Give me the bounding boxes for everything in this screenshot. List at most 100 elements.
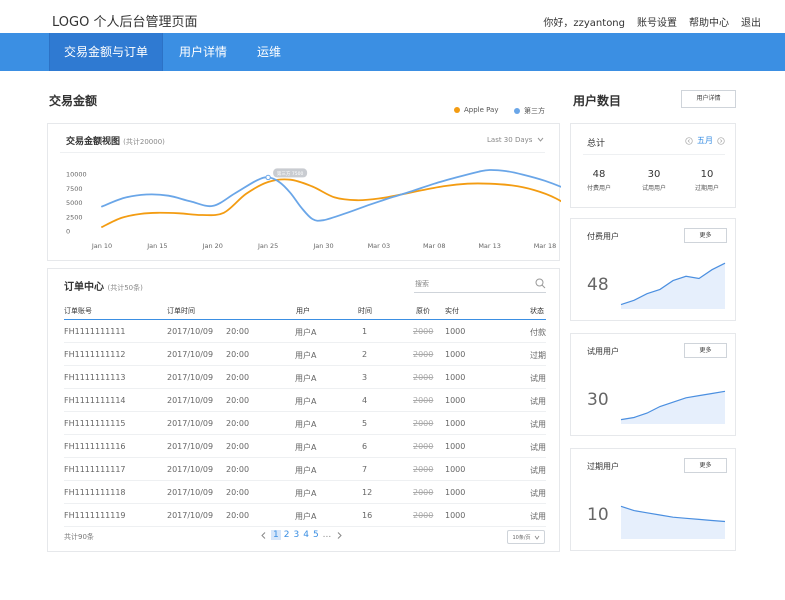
expired-users-label: 过期用户 [694,185,719,192]
account-settings-link[interactable]: 账号设置 [637,14,677,29]
original-price: 2000 [413,396,434,405]
order-user: 用户A [295,420,317,429]
page-1[interactable]: 1 [271,530,281,540]
table-row[interactable]: FH1111111114 2017/10/09 20:00 用户A 4 2000 1000 试… [64,389,546,412]
order-time: 4 [362,396,368,405]
order-status: 试用 [530,489,546,498]
x-tick-label: Mar 03 [368,242,391,250]
logout-link[interactable]: 退出 [741,14,761,29]
tab-operations[interactable]: 运维 [245,33,293,71]
order-status: 试用 [530,512,546,521]
paid-amount: 1000 [445,350,466,359]
original-price: 2000 [413,350,434,359]
original-price: 2000 [413,511,434,520]
order-account: FH1111111118 [64,488,126,497]
paid-amount: 1000 [445,373,466,382]
page-3[interactable]: 3 [292,530,300,540]
y-tick-label: 0 [66,228,70,236]
divider [583,154,725,155]
paid-amount: 1000 [445,488,466,497]
order-status: 付款 [530,328,546,337]
users-section-title: 用户数目 [573,94,622,108]
prev-page-icon[interactable] [260,531,268,540]
order-user: 用户A [295,328,317,337]
page-size-select[interactable]: 10条/页 [507,530,545,544]
page-2[interactable]: 2 [283,530,291,540]
search-input[interactable]: 搜索 [415,279,429,289]
order-time: 2 [362,350,368,359]
page-5[interactable]: 5 [312,530,320,540]
table-row[interactable]: FH1111111115 2017/10/09 20:00 用户A 5 2000 1000 试… [64,412,546,435]
current-month: 五月 [697,136,713,145]
col-paid: 实付 [445,307,459,315]
user-card-trial: 试用用户 更多 30 [570,333,736,436]
trade-chart-card: 交易金额视图 (共计20000) Last 30 Days 10000 7500 5… [47,123,561,261]
order-account: FH1111111112 [64,350,126,359]
search-icon[interactable] [535,278,546,289]
y-tick-label: 5000 [66,199,83,207]
next-page-icon[interactable] [335,531,343,540]
table-row[interactable]: FH1111111113 2017/10/09 20:00 用户A 3 2000 1000 试… [64,366,546,389]
page-ellipsis: ... [322,530,332,540]
table-row[interactable]: FH1111111117 2017/10/09 20:00 用户A 7 2000 1000 试… [64,458,546,481]
trend-area [621,391,725,424]
order-status: 过期 [530,351,546,360]
col-time: 时间 [358,307,372,315]
paid-users-count: 48 [592,169,606,180]
trade-section-title: 交易金额 [49,94,98,108]
search-box[interactable]: 搜索 [414,275,546,293]
order-date: 2017/10/09 [167,327,214,336]
page-4[interactable]: 4 [302,530,310,540]
main-nav: 交易金额与订单 用户详情 运维 [0,33,785,71]
legend-label: 第三方 [524,107,545,115]
col-original-price: 原价 [416,307,430,315]
series-line-apple-pay[interactable] [101,178,561,232]
trade-line-chart: 10000 7500 5000 2500 0 Jan 10 Jan 15 Jan 20 Jan … [66,168,561,250]
order-hour: 20:00 [226,488,250,497]
trial-users-count: 30 [647,169,661,180]
y-tick-label: 7500 [66,185,83,193]
prev-month-icon[interactable] [685,136,693,145]
order-account: FH1111111115 [64,419,126,428]
order-hour: 20:00 [226,350,250,359]
paid-amount: 1000 [445,396,466,405]
order-date: 2017/10/09 [167,465,214,474]
table-row[interactable]: FH1111111118 2017/10/09 20:00 用户A 12 2000 1000… [64,481,546,504]
order-account: FH1111111119 [64,511,126,520]
table-row[interactable]: FH1111111116 2017/10/09 20:00 用户A 6 2000 1000 试… [64,435,546,458]
order-hour: 20:00 [226,511,250,520]
x-tick-label: Mar 13 [478,242,501,250]
legend-apple-pay[interactable]: Apple Pay [454,106,499,114]
third-party-dot-icon [514,108,520,114]
order-date: 2017/10/09 [167,396,214,405]
paid-amount: 1000 [445,465,466,474]
order-account: FH1111111113 [64,373,126,382]
trend-area [621,263,725,309]
order-hour: 20:00 [226,327,250,336]
help-center-link[interactable]: 帮助中心 [689,14,729,29]
order-status: 试用 [530,420,546,429]
x-tick-label: Mar 18 [534,242,557,250]
table-row[interactable]: FH1111111119 2017/10/09 20:00 用户A 16 2000 1000… [64,504,546,527]
order-time: 3 [362,373,368,382]
legend-third-party[interactable]: 第三方 [514,106,545,116]
order-user: 用户A [295,466,317,475]
table-row[interactable]: FH1111111111 2017/10/09 20:00 用户A 1 2000 1000 付… [64,320,546,343]
table-row[interactable]: FH1111111112 2017/10/09 20:00 用户A 2 2000 1000 过… [64,343,546,366]
trial-users-label: 试用用户 [641,185,666,192]
user-card-paid: 付费用户 更多 48 [570,218,736,321]
user-details-button[interactable]: 用户详情 [681,90,736,108]
next-month-icon[interactable] [717,136,725,145]
order-time: 6 [362,442,368,451]
order-time: 7 [362,465,368,474]
order-date: 2017/10/09 [167,419,214,428]
paid-amount: 1000 [445,511,466,520]
legend-label: Apple Pay [464,106,499,114]
tab-trade-orders[interactable]: 交易金额与订单 [49,33,163,71]
pagination: 1 2 3 4 5... [260,530,343,540]
tab-user-details[interactable]: 用户详情 [167,33,239,71]
greeting-user[interactable]: 你好，zzyantong [543,14,625,29]
hover-point[interactable] [265,174,271,181]
users-summary-card: 总计 五月 48 付费用户 30 试用用户 10 过期用户 [570,123,736,208]
month-switcher[interactable]: 五月 [685,135,725,146]
